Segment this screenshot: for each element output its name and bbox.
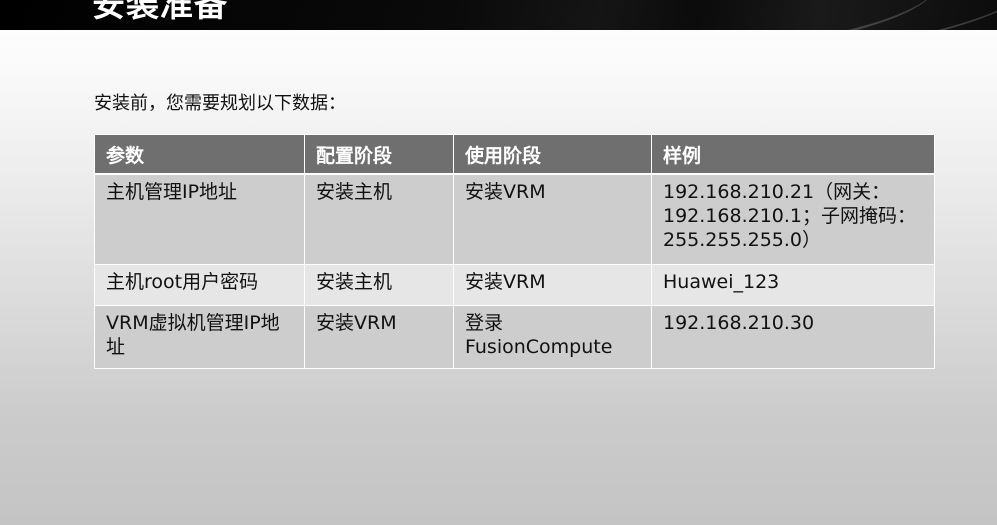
- example-line: Huawei_123: [663, 271, 780, 293]
- table-row: VRM虚拟机管理IP地址 安装VRM 登录 FusionCompute 192.…: [94, 305, 935, 369]
- header-example: 样例: [651, 134, 935, 175]
- table-header-row: 参数 配置阶段 使用阶段 样例: [94, 134, 935, 175]
- use-stage-line: 登录: [465, 312, 504, 334]
- intro-text: 安装前，您需要规划以下数据：: [94, 93, 346, 114]
- cell-example: Huawei_123: [651, 264, 935, 306]
- use-stage-line: FusionCompute: [465, 336, 613, 358]
- cell-config-stage: 安装主机: [304, 173, 454, 265]
- example-line: 192.168.210.1；子网掩码：: [663, 205, 917, 227]
- cell-use-stage: 登录 FusionCompute: [453, 305, 652, 369]
- cell-param: 主机root用户密码: [94, 264, 305, 306]
- cell-param: 主机管理IP地址: [94, 173, 305, 265]
- example-line: 192.168.210.21（网关：: [663, 181, 891, 203]
- example-line: 192.168.210.30: [663, 312, 815, 334]
- header-swoosh-decoration: [733, 0, 997, 30]
- cell-example: 192.168.210.30: [651, 305, 935, 369]
- cell-config-stage: 安装VRM: [304, 305, 454, 369]
- cell-use-stage: 安装VRM: [453, 173, 652, 265]
- cell-param: VRM虚拟机管理IP地址: [94, 305, 305, 369]
- cell-use-stage: 安装VRM: [453, 264, 652, 306]
- page-title: 安装准备: [92, 0, 228, 24]
- planning-data-table: 参数 配置阶段 使用阶段 样例 主机管理IP地址 安装主机 安装VRM 192.…: [94, 134, 935, 369]
- header-config-stage: 配置阶段: [304, 134, 454, 175]
- table-row: 主机管理IP地址 安装主机 安装VRM 192.168.210.21（网关： 1…: [94, 173, 935, 265]
- table-row: 主机root用户密码 安装主机 安装VRM Huawei_123: [94, 264, 935, 306]
- header-use-stage: 使用阶段: [453, 134, 652, 175]
- cell-example: 192.168.210.21（网关： 192.168.210.1；子网掩码： 2…: [651, 173, 935, 265]
- example-line: 255.255.255.0）: [663, 229, 822, 251]
- header-param: 参数: [94, 134, 305, 175]
- cell-config-stage: 安装主机: [304, 264, 454, 306]
